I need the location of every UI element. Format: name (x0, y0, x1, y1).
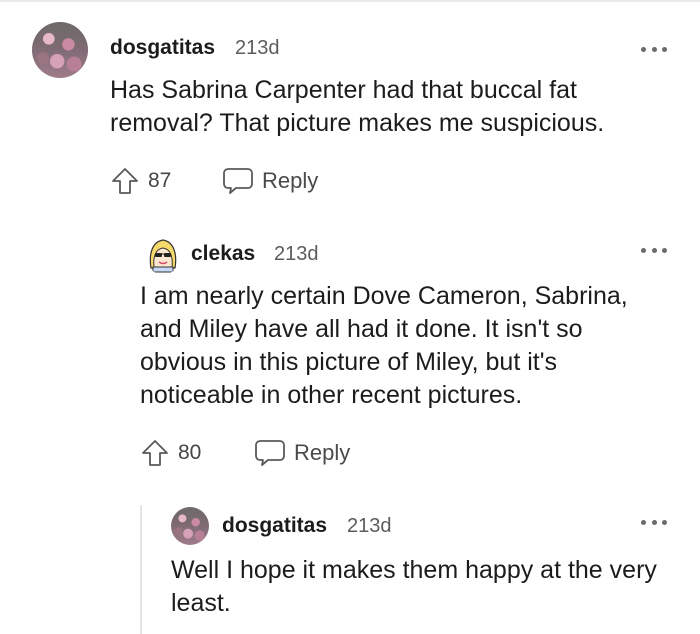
comment-username[interactable]: clekas (191, 242, 255, 266)
comment-actions: 80 Reply (140, 436, 440, 470)
user-avatar[interactable] (32, 22, 88, 78)
top-divider (0, 0, 700, 2)
comment-username[interactable]: dosgatitas (222, 514, 327, 538)
comment-username[interactable]: dosgatitas (110, 36, 215, 60)
reply-label: Reply (262, 168, 319, 193)
comment-body: Has Sabrina Carpenter had that buccal fa… (110, 76, 605, 137)
speech-bubble-icon (255, 440, 285, 466)
comment-body: I am nearly certain Dove Cameron, Sabrin… (140, 282, 628, 409)
upvote-button[interactable]: 80 (140, 436, 201, 470)
user-avatar[interactable] (143, 234, 183, 274)
upvote-count: 87 (148, 169, 172, 192)
arrow-up-outline-icon (142, 440, 168, 466)
more-options-icon[interactable] (641, 517, 667, 527)
arrow-up-outline-icon (112, 168, 138, 194)
comment-timestamp: 213d (235, 37, 280, 59)
comment-body: Well I hope it makes them happy at the v… (171, 556, 657, 617)
thread-line (140, 505, 142, 634)
reply-button[interactable]: Reply (254, 436, 350, 470)
more-options-icon[interactable] (641, 44, 667, 54)
upvote-button[interactable]: 87 (110, 164, 171, 198)
speech-bubble-icon (223, 168, 253, 194)
reply-button[interactable]: Reply (222, 164, 318, 198)
more-options-icon[interactable] (641, 245, 667, 255)
upvote-count: 80 (178, 441, 202, 464)
comment-timestamp: 213d (274, 243, 319, 265)
cartoon-sunglasses-avatar-icon (149, 239, 177, 273)
reply-label: Reply (294, 440, 351, 465)
comment-actions: 87 Reply (110, 164, 410, 198)
user-avatar[interactable] (171, 507, 209, 545)
comment-timestamp: 213d (347, 515, 392, 537)
